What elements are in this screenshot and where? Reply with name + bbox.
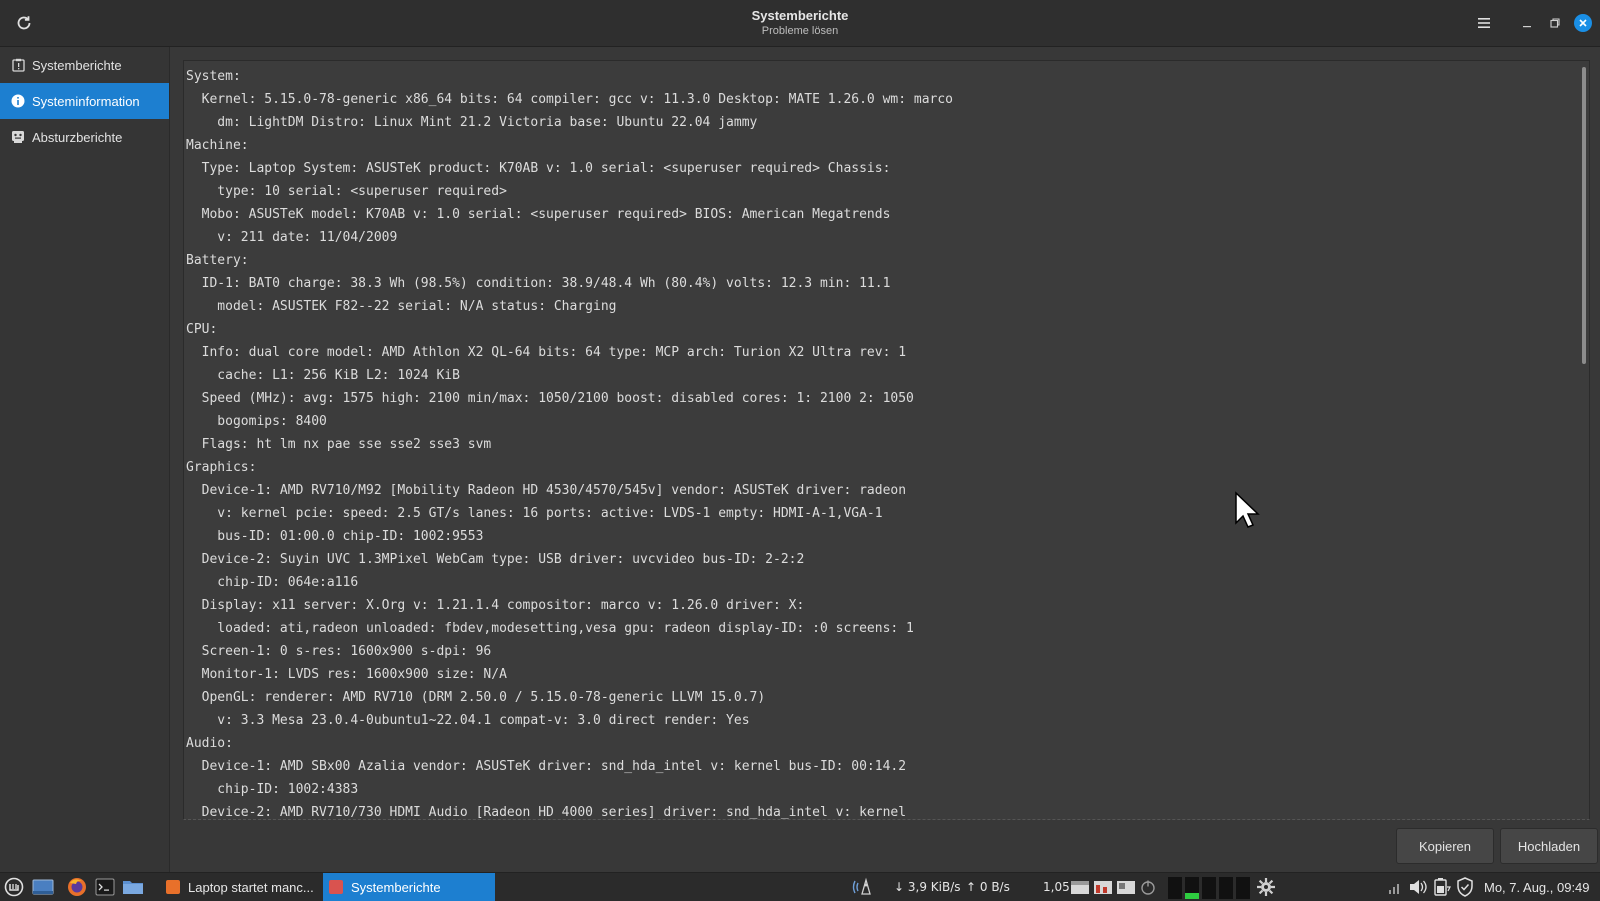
info-line: chip-ID: 064e:a116: [186, 575, 359, 590]
info-line: v: 211 date: 11/04/2009: [186, 230, 398, 245]
mint-menu-button[interactable]: [4, 873, 24, 901]
cpu-graph-icon: [1168, 873, 1252, 901]
info-line: Kernel: 5.15.0-78-generic x86_64 bits: 6…: [186, 92, 954, 107]
taskbar-item-label: Laptop startet manc...: [188, 879, 314, 895]
info-icon: [11, 94, 25, 108]
info-line: bus-ID: 01:00.0 chip-ID: 1002:9553: [186, 529, 484, 544]
taskbar-item-label: Systemberichte: [351, 879, 441, 895]
folder-icon: [123, 881, 143, 894]
info-line: CPU:: [186, 322, 218, 337]
load-average: 1,05: [1043, 880, 1070, 894]
info-line: v: kernel pcie: speed: 2.5 GT/s lanes: 1…: [186, 506, 883, 521]
terminal-icon: [95, 878, 115, 896]
settings-gear-icon[interactable]: [1256, 873, 1276, 901]
battery-icon[interactable]: [1432, 873, 1452, 901]
close-button[interactable]: [1572, 12, 1594, 34]
main-content: System: Kernel: 5.15.0-78-generic x86_64…: [170, 47, 1600, 872]
info-line: Info: dual core model: AMD Athlon X2 QL-…: [186, 345, 907, 360]
hamburger-menu-button[interactable]: [1473, 12, 1495, 34]
info-line: Type: Laptop System: ASUSTeK product: K7…: [186, 161, 891, 176]
info-line: Machine:: [186, 138, 249, 153]
info-line: Audio:: [186, 736, 233, 751]
sidebar-item-label: Systemberichte: [32, 57, 122, 73]
refresh-button[interactable]: [12, 11, 36, 35]
info-line: dm: LightDM Distro: Linux Mint 21.2 Vict…: [186, 115, 758, 130]
info-line: chip-ID: 1002:4383: [186, 782, 359, 797]
net-download-rate: ↓ 3,9 KiB/s: [894, 880, 961, 894]
info-line: ID-1: BAT0 charge: 38.3 Wh (98.5%) condi…: [186, 276, 891, 291]
copy-button[interactable]: Kopieren: [1396, 828, 1494, 864]
info-line: Speed (MHz): avg: 1575 high: 2100 min/ma…: [186, 391, 914, 406]
window-title: Systemberichte: [751, 8, 849, 23]
info-line: Display: x11 server: X.Org v: 1.21.1.4 c…: [186, 598, 805, 613]
sidebar-item-label: Systeminformation: [32, 93, 140, 109]
download-arrow-icon: ↓: [894, 880, 908, 894]
files-launcher[interactable]: [122, 873, 144, 901]
window-header: Systemberichte Probleme lösen: [0, 0, 1600, 47]
crash-icon: [11, 130, 25, 144]
network-indicator-icon[interactable]: [852, 873, 880, 901]
info-line: Device-2: AMD RV710/730 HDMI Audio [Rade…: [186, 805, 907, 820]
info-line: Mobo: ASUSTeK model: K70AB v: 1.0 serial…: [186, 207, 891, 222]
system-info-text: System: Kernel: 5.15.0-78-generic x86_64…: [184, 61, 1589, 820]
sidebar: Systemberichte Systeminformation Absturz…: [0, 47, 170, 872]
close-icon: [1579, 19, 1587, 27]
sidebar-item-systeminformation[interactable]: Systeminformation: [0, 83, 169, 119]
info-line: Device-2: Suyin UVC 1.3MPixel WebCam typ…: [186, 552, 805, 567]
taskbar-item-laptop[interactable]: Laptop startet manc...: [160, 873, 324, 901]
minimize-icon: [1523, 26, 1531, 28]
firefox-icon: [166, 880, 180, 894]
firefox-launcher[interactable]: [67, 873, 87, 901]
net-upload-rate: ↑ 0 B/s: [966, 880, 1010, 894]
mint-logo-icon: [4, 877, 24, 897]
report-icon: [329, 880, 343, 894]
window-subtitle: Probleme lösen: [761, 25, 839, 37]
taskbar: Laptop startet manc... Systemberichte ↓ …: [0, 872, 1600, 901]
upload-arrow-icon: ↑: [966, 880, 980, 894]
info-line: Device-1: AMD RV710/M92 [Mobility Radeon…: [186, 483, 907, 498]
info-line: Screen-1: 0 s-res: 1600x900 s-dpi: 96: [186, 644, 492, 659]
info-line: Flags: ht lm nx pae sse sse2 sse3 svm: [186, 437, 492, 452]
show-desktop-button[interactable]: [32, 873, 54, 901]
info-line: type: 10 serial: <superuser required>: [186, 184, 507, 199]
info-line: OpenGL: renderer: AMD RV710 (DRM 2.50.0 …: [186, 690, 766, 705]
info-line: loaded: ati,radeon unloaded: fbdev,modes…: [186, 621, 914, 636]
info-line: System:: [186, 69, 241, 84]
taskbar-item-systemberichte[interactable]: Systemberichte: [323, 873, 495, 901]
info-line: v: 3.3 Mesa 23.0.4-0ubuntu1~22.04.1 comp…: [186, 713, 750, 728]
info-line: Battery:: [186, 253, 249, 268]
vertical-scrollbar[interactable]: [1582, 67, 1586, 364]
info-line: cache: L1: 256 KiB L2: 1024 KiB: [186, 368, 460, 383]
info-line: Monitor-1: LVDS res: 1600x900 size: N/A: [186, 667, 507, 682]
clock[interactable]: Mo, 7. Aug., 09:49: [1484, 873, 1590, 901]
minimize-button[interactable]: [1516, 12, 1538, 34]
sidebar-item-systemberichte[interactable]: Systemberichte: [0, 47, 169, 83]
info-line: Device-1: AMD SBx00 Azalia vendor: ASUST…: [186, 759, 907, 774]
firefox-icon: [68, 878, 86, 896]
system-monitor-icon[interactable]: [1070, 873, 1158, 901]
info-line: model: ASUSTEK F82--22 serial: N/A statu…: [186, 299, 617, 314]
maximize-button[interactable]: [1544, 12, 1566, 34]
info-line: bogomips: 8400: [186, 414, 327, 429]
desktop-icon: [32, 879, 54, 895]
system-info-textview[interactable]: System: Kernel: 5.15.0-78-generic x86_64…: [183, 60, 1590, 820]
terminal-launcher[interactable]: [95, 873, 115, 901]
sidebar-item-absturzberichte[interactable]: Absturzberichte: [0, 119, 169, 155]
hamburger-icon: [1478, 18, 1490, 28]
upload-button[interactable]: Hochladen: [1500, 828, 1598, 864]
refresh-icon: [17, 16, 31, 30]
restore-icon: [1550, 18, 1560, 28]
info-line: Graphics:: [186, 460, 257, 475]
sidebar-item-label: Absturzberichte: [32, 129, 123, 145]
signal-strength-icon[interactable]: [1388, 873, 1402, 901]
shield-icon[interactable]: [1456, 873, 1474, 901]
mouse-cursor-icon: [1234, 491, 1260, 536]
report-icon: [11, 58, 25, 72]
volume-icon[interactable]: [1408, 873, 1428, 901]
